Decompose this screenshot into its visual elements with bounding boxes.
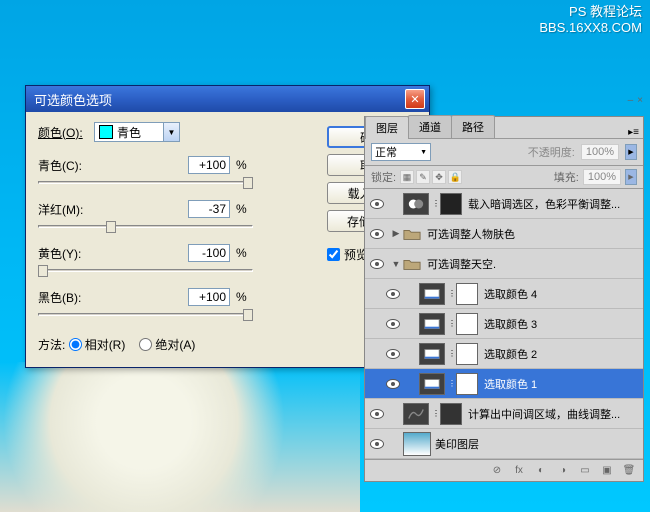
black-input[interactable]: [188, 288, 230, 306]
eye-icon[interactable]: [386, 289, 400, 299]
method-label: 方法:: [38, 336, 65, 353]
eye-icon[interactable]: [370, 199, 384, 209]
dialog-title: 可选颜色选项: [34, 90, 405, 109]
watermark: PS 教程论坛 BBS.16XX8.COM: [539, 4, 642, 35]
adjustment-thumb: [419, 313, 445, 335]
layer-group-row[interactable]: ▶ 可选调整人物肤色: [365, 219, 643, 249]
lock-all-icon[interactable]: 🔒: [448, 170, 462, 184]
yellow-label: 黄色(Y):: [38, 245, 98, 262]
layer-row[interactable]: ⋮ 选取颜色 4: [365, 279, 643, 309]
mask-icon[interactable]: ◐: [533, 465, 549, 476]
eye-icon[interactable]: [386, 379, 400, 389]
eye-icon[interactable]: [370, 439, 384, 449]
folder-icon: [403, 227, 421, 241]
color-swatch: [99, 125, 113, 139]
layer-row[interactable]: ⋮ 计算出中间调区域，曲线调整...: [365, 399, 643, 429]
expand-icon[interactable]: ▶: [389, 228, 403, 239]
layer-row[interactable]: ⋮ 选取颜色 3: [365, 309, 643, 339]
tab-paths[interactable]: 路径: [451, 115, 495, 138]
adjustment-icon[interactable]: ◑: [555, 465, 571, 476]
lock-paint-icon[interactable]: ✎: [416, 170, 430, 184]
titlebar[interactable]: 可选颜色选项 ✕: [26, 86, 429, 112]
tab-channels[interactable]: 通道: [408, 115, 452, 138]
close-button[interactable]: ✕: [405, 89, 425, 109]
lock-label: 锁定:: [371, 169, 396, 185]
magenta-slider[interactable]: [38, 220, 253, 234]
collapse-icon[interactable]: ▼: [389, 259, 403, 269]
panel-controls: –×: [628, 95, 643, 106]
opacity-value[interactable]: 100%: [581, 144, 619, 160]
method-relative[interactable]: 相对(R): [69, 336, 126, 353]
mask-thumb: [456, 343, 478, 365]
magenta-label: 洋红(M):: [38, 201, 98, 218]
yellow-input[interactable]: [188, 244, 230, 262]
mask-thumb: [456, 373, 478, 395]
color-label: 颜色(O):: [38, 124, 94, 141]
blend-mode-dropdown[interactable]: 正常▼: [371, 143, 431, 161]
adjustment-thumb: [419, 343, 445, 365]
mask-thumb: [456, 313, 478, 335]
chevron-down-icon[interactable]: ▼: [163, 123, 179, 141]
panel-menu-icon[interactable]: ▸≡: [494, 127, 643, 138]
cyan-slider[interactable]: [38, 176, 253, 190]
new-layer-icon[interactable]: ▣: [599, 465, 615, 476]
fx-icon[interactable]: fx: [511, 465, 527, 476]
layer-thumb: [403, 432, 431, 456]
trash-icon[interactable]: 🗑: [621, 465, 637, 476]
fill-value[interactable]: 100%: [583, 169, 621, 185]
color-dropdown[interactable]: 青色 ▼: [94, 122, 180, 142]
eye-icon[interactable]: [370, 409, 384, 419]
fill-arrow-icon[interactable]: ▶: [625, 169, 637, 185]
adjustment-thumb: [403, 193, 429, 215]
background-photo: [0, 362, 360, 512]
black-slider[interactable]: [38, 308, 253, 322]
opacity-arrow-icon[interactable]: ▶: [625, 144, 637, 160]
mask-thumb: [456, 283, 478, 305]
mask-thumb: [440, 403, 462, 425]
close-panel-icon[interactable]: ×: [637, 95, 643, 106]
eye-icon[interactable]: [370, 259, 384, 269]
layer-row[interactable]: 美印图层: [365, 429, 643, 459]
layer-row[interactable]: ⋮ 载入暗调选区，色彩平衡调整...: [365, 189, 643, 219]
mask-thumb: [440, 193, 462, 215]
lock-move-icon[interactable]: ✥: [432, 170, 446, 184]
opacity-label: 不透明度:: [528, 144, 575, 160]
tab-layers[interactable]: 图层: [365, 116, 409, 139]
link-layers-icon[interactable]: ⊘: [489, 465, 505, 476]
eye-icon[interactable]: [370, 229, 384, 239]
layers-list: ⋮ 载入暗调选区，色彩平衡调整... ▶ 可选调整人物肤色 ▼ 可选调整天空. …: [365, 189, 643, 459]
black-label: 黑色(B):: [38, 289, 98, 306]
panel-footer: ⊘ fx ◐ ◑ ▭ ▣ 🗑: [365, 459, 643, 481]
folder-icon: [403, 257, 421, 271]
adjustment-thumb: [403, 403, 429, 425]
group-icon[interactable]: ▭: [577, 465, 593, 476]
cyan-input[interactable]: [188, 156, 230, 174]
layer-row-selected[interactable]: ⋮ 选取颜色 1: [365, 369, 643, 399]
eye-icon[interactable]: [386, 349, 400, 359]
adjustment-thumb: [419, 283, 445, 305]
lock-transparent-icon[interactable]: ▦: [400, 170, 414, 184]
layer-row[interactable]: ⋮ 选取颜色 2: [365, 339, 643, 369]
magenta-input[interactable]: [188, 200, 230, 218]
method-absolute[interactable]: 绝对(A): [139, 336, 195, 353]
eye-icon[interactable]: [386, 319, 400, 329]
yellow-slider[interactable]: [38, 264, 253, 278]
cyan-label: 青色(C):: [38, 157, 98, 174]
adjustment-thumb: [419, 373, 445, 395]
layers-panel: –× 图层 通道 路径 ▸≡ 正常▼ 不透明度: 100% ▶ 锁定: ▦ ✎ …: [364, 116, 644, 482]
minimize-icon[interactable]: –: [628, 95, 634, 106]
fill-label: 填充:: [554, 169, 579, 185]
layer-group-row[interactable]: ▼ 可选调整天空.: [365, 249, 643, 279]
